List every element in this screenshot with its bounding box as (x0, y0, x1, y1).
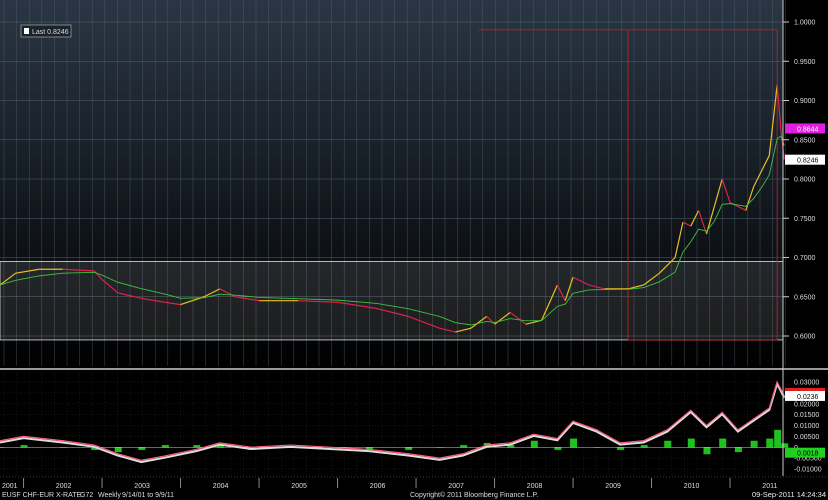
x-tick-label: 2002 (56, 483, 72, 490)
timestamp: 09-Sep-2011 14:24:34 (752, 490, 826, 499)
x-tick-label: 2011 (762, 483, 777, 490)
chart-svg[interactable]: 1.0000 0.9500 0.9000 0.8500 0.8000 0.7500 0.70… (0, 0, 828, 500)
y-tick-label: 0.00500 (794, 434, 819, 441)
histogram-bar (766, 438, 774, 448)
y-tick-label: 0.6000 (794, 334, 816, 341)
x-tick-label: 2007 (448, 483, 464, 490)
y-tick-label: 0.03000 (794, 380, 819, 387)
histogram-bar (687, 438, 695, 448)
y-tick-label: 0.9500 (794, 59, 816, 66)
x-tick-label: 2010 (684, 483, 700, 490)
y-tick-label: 0.8500 (794, 137, 816, 144)
x-tick-label: 2008 (527, 483, 543, 490)
histogram-bar (570, 438, 578, 448)
period: Weekly (98, 492, 121, 499)
y-tick-label: -0.01000 (794, 467, 822, 474)
histogram-bar (703, 447, 711, 455)
last-price-tag: 0.8246 (785, 154, 825, 165)
y-tick-label: 1.0000 (794, 20, 816, 27)
svg-text:0.8644: 0.8644 (797, 126, 819, 133)
y-tick-label: 0.01000 (794, 423, 819, 430)
oscillator-upper-tag: 0.0236 (785, 390, 825, 401)
histogram-bar (114, 447, 122, 453)
histogram-bar (554, 447, 562, 450)
code: G72 (80, 492, 93, 499)
y-tick-label: 0.9000 (794, 98, 816, 105)
histogram-bar (405, 447, 413, 450)
date-range: 9/14/01 to 9/9/11 (122, 492, 174, 499)
y-tick-label: 0.7000 (794, 255, 816, 262)
x-tick-label: 2004 (213, 483, 229, 490)
histogram-bar (530, 440, 538, 448)
y-tick-label: 0.6500 (794, 294, 816, 301)
oscillator-lower-tag: 0.0018 (785, 447, 825, 458)
histogram-bar (138, 447, 146, 450)
y-tick-label: 0.8000 (794, 177, 816, 184)
histogram-bar (750, 440, 758, 448)
range-band[interactable] (0, 261, 784, 341)
svg-text:0.0018: 0.0018 (797, 451, 819, 458)
y-tick-label: 0.01500 (794, 412, 819, 419)
legend-box: Last 0.8246 (20, 24, 72, 38)
histogram-bar (664, 440, 672, 448)
copyright: Copyright© 2011 Bloomberg Finance L.P. (410, 491, 538, 499)
legend-label: Last 0.8246 (32, 29, 69, 36)
ticker: EUSF CHF-EUR X-RATE (2, 492, 82, 499)
histogram-bar (774, 429, 782, 448)
x-tick-label: 2001 (2, 483, 18, 490)
bloomberg-chart: 1.0000 0.9500 0.9000 0.8500 0.8000 0.7500 0.70… (0, 0, 828, 500)
y-tick-label: 0.02000 (794, 401, 819, 408)
svg-text:0.8246: 0.8246 (797, 158, 819, 165)
x-tick-label: 2005 (291, 483, 307, 490)
y-tick-label: 0.7500 (794, 216, 816, 223)
histogram-bar (719, 438, 727, 448)
high-price-tag: 0.8644 (785, 123, 825, 134)
svg-text:0.0236: 0.0236 (797, 394, 819, 401)
histogram-bar (617, 447, 625, 450)
x-tick-label: 2009 (605, 483, 621, 490)
oscillator-red-tag (785, 387, 825, 391)
x-tick-label: 2003 (134, 483, 150, 490)
histogram-bar (734, 447, 742, 453)
x-tick-label: 2006 (370, 483, 386, 490)
